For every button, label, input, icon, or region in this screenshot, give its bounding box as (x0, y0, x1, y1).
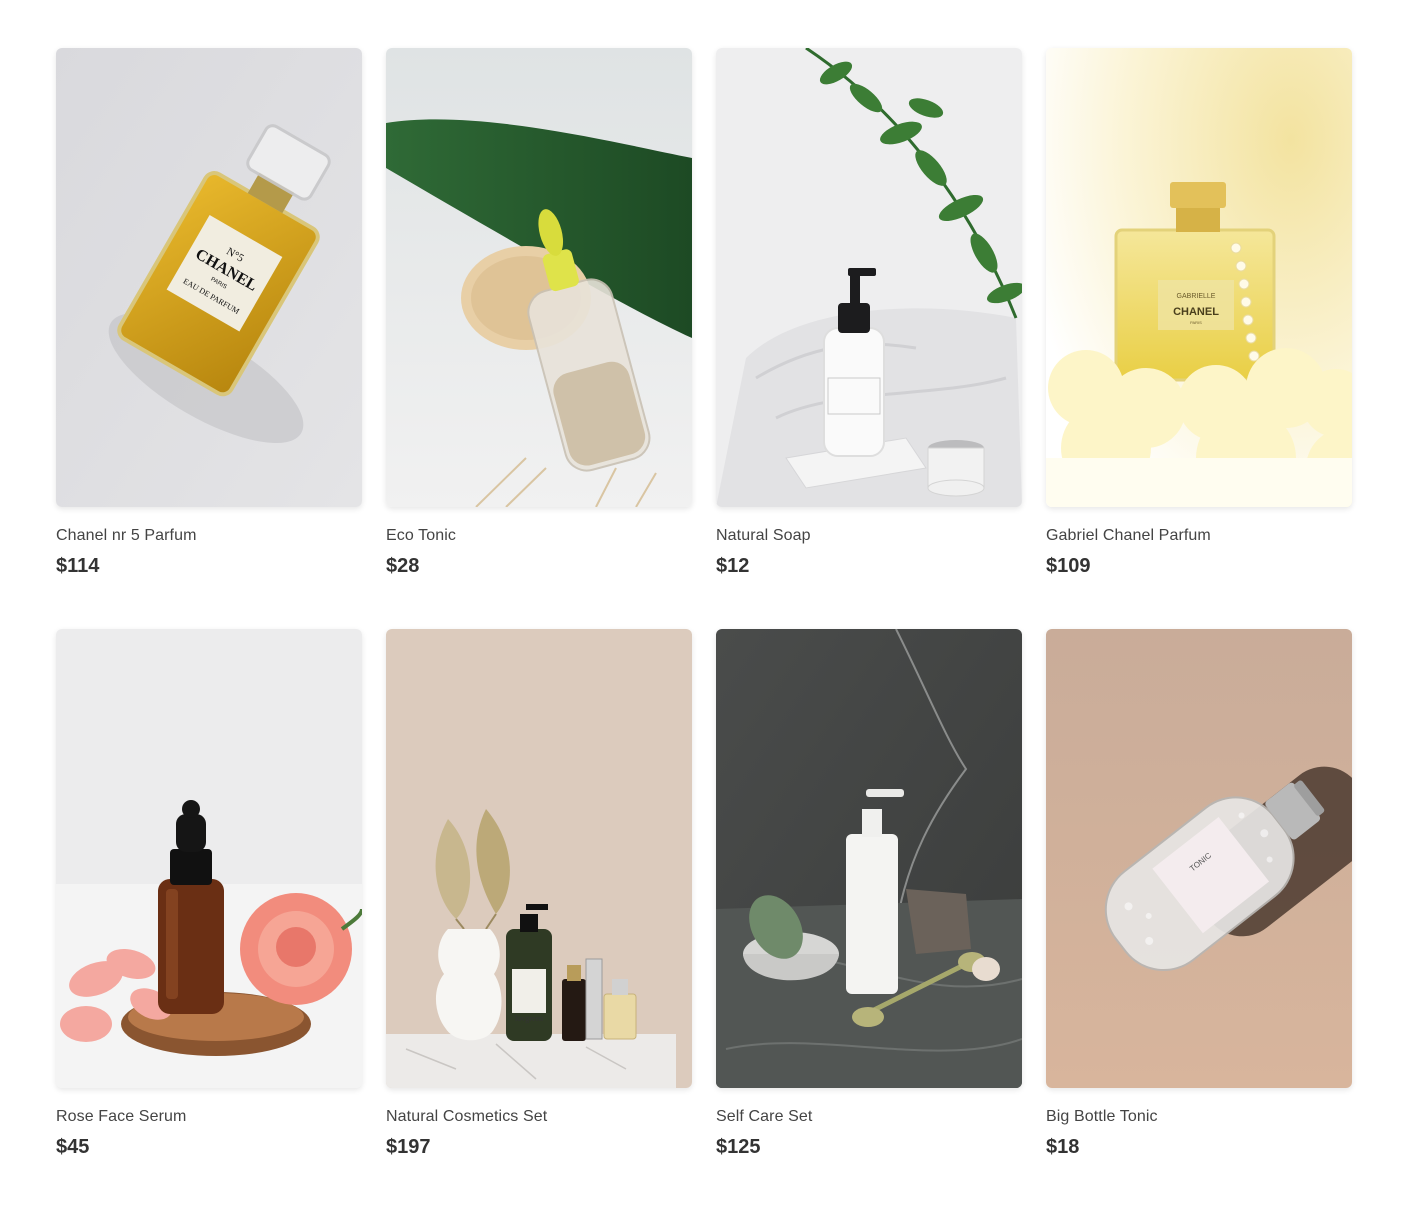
product-price: $114 (56, 555, 100, 577)
product-image-self-care-set[interactable] (716, 629, 1022, 1088)
product-name[interactable]: Gabriel Chanel Parfum (1046, 527, 1352, 545)
product-card[interactable]: TONIC Big Bottle Tonic $18 (1046, 629, 1352, 1158)
product-name[interactable]: Self Care Set (716, 1108, 1022, 1126)
label-line: GABRIELLE (1177, 293, 1216, 300)
label-line: CHANEL (1173, 306, 1219, 318)
product-name[interactable]: Natural Soap (716, 527, 1022, 545)
product-price: $109 (1046, 555, 1091, 577)
product-card[interactable]: Self Care Set $125 (716, 629, 1022, 1158)
product-name[interactable]: Eco Tonic (386, 527, 692, 545)
product-image-gabrielle-chanel[interactable]: GABRIELLE CHANEL PARIS (1046, 48, 1352, 507)
product-price: $197 (386, 1136, 431, 1158)
product-image-eco-tonic[interactable] (386, 48, 692, 507)
product-card[interactable]: lovgreen Natural Cosmetics Set $197 (386, 629, 692, 1158)
label-line: PARIS (1190, 320, 1202, 325)
product-image-cosmetics-set[interactable]: lovgreen (386, 629, 692, 1088)
product-card[interactable]: Natural Soap $12 (716, 48, 1022, 577)
label-line: lovgreen (515, 1014, 543, 1023)
product-name[interactable]: Big Bottle Tonic (1046, 1108, 1352, 1126)
product-price: $18 (1046, 1136, 1080, 1158)
product-image-big-bottle-tonic[interactable]: TONIC (1046, 629, 1352, 1088)
product-grid: N°5 CHANEL PARIS EAU DE PARFUM Chanel nr… (56, 48, 1352, 1158)
product-name[interactable]: Rose Face Serum (56, 1108, 362, 1126)
product-card[interactable]: Rose Face Serum $45 (56, 629, 362, 1158)
product-name[interactable]: Natural Cosmetics Set (386, 1108, 692, 1126)
product-name[interactable]: Chanel nr 5 Parfum (56, 527, 362, 545)
product-card[interactable]: N°5 CHANEL PARIS EAU DE PARFUM Chanel nr… (56, 48, 362, 577)
product-price: $12 (716, 555, 750, 577)
product-price: $28 (386, 555, 420, 577)
product-card[interactable]: Eco Tonic $28 (386, 48, 692, 577)
product-image-rose-serum[interactable] (56, 629, 362, 1088)
product-image-natural-soap[interactable] (716, 48, 1022, 507)
product-price: $45 (56, 1136, 90, 1158)
product-price: $125 (716, 1136, 761, 1158)
product-image-chanel-no5[interactable]: N°5 CHANEL PARIS EAU DE PARFUM (56, 48, 362, 507)
product-card[interactable]: GABRIELLE CHANEL PARIS Gabriel Chanel Pa… (1046, 48, 1352, 577)
